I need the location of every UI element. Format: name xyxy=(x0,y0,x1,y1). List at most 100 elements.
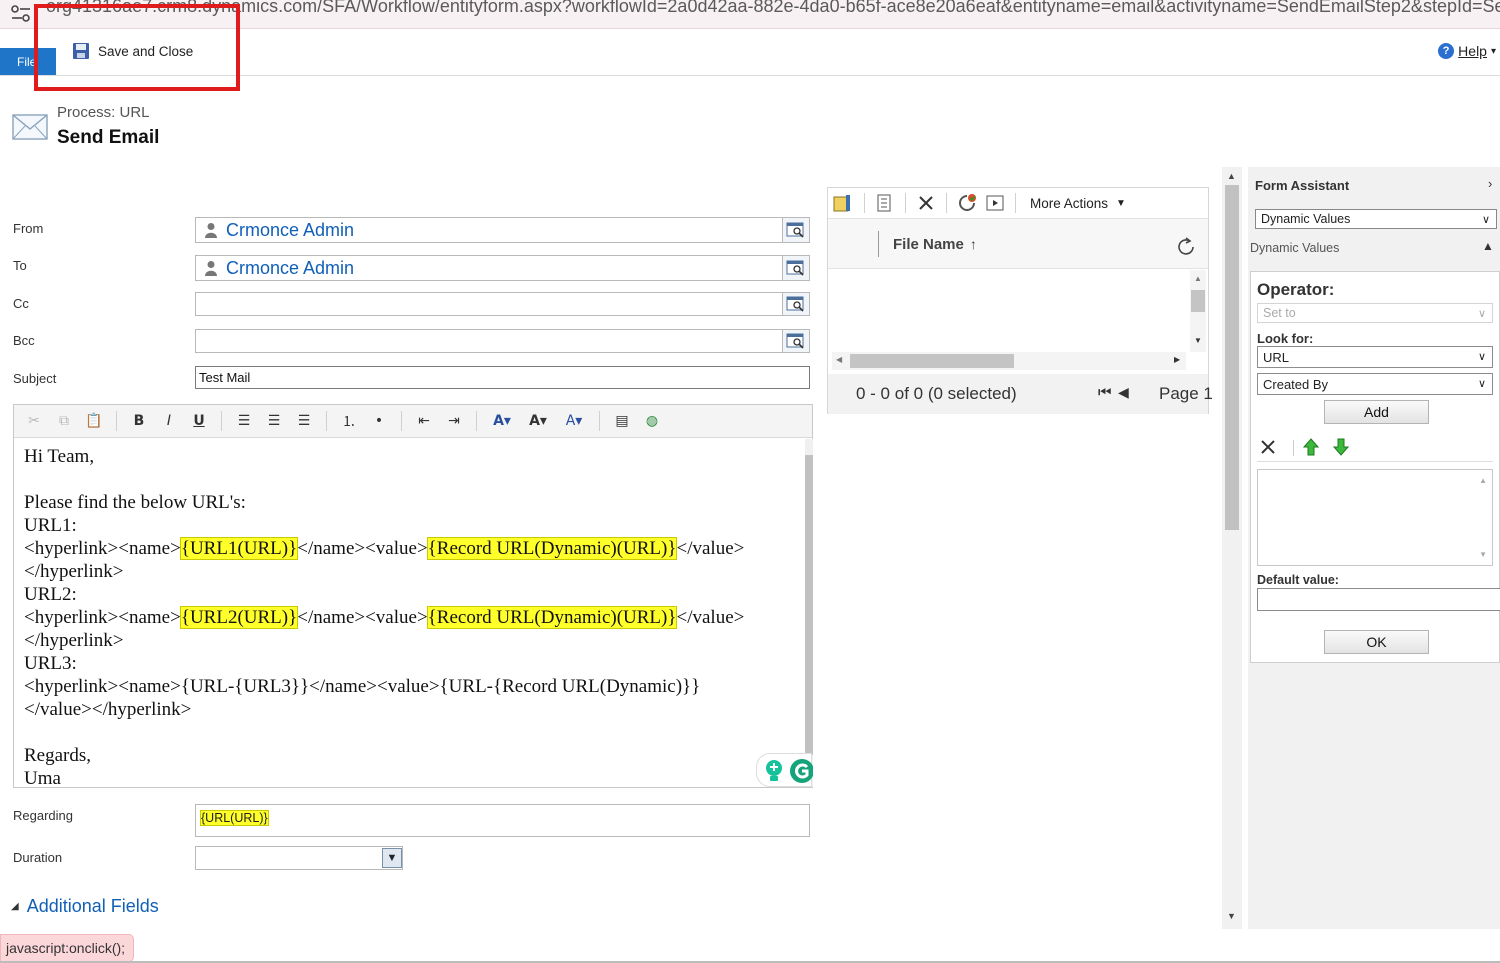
to-value-link[interactable]: Crmonce Admin xyxy=(226,258,354,279)
dynamic-token[interactable]: {Record URL(Dynamic)(URL)} xyxy=(426,537,678,560)
add-button[interactable]: Add xyxy=(1324,400,1429,424)
bcc-field[interactable] xyxy=(195,329,810,353)
url-text[interactable]: org41316ae7.crm8.dynamics.com/SFA/Workfl… xyxy=(46,0,1500,17)
move-down-icon[interactable] xyxy=(1333,438,1349,456)
start-dialog-icon[interactable] xyxy=(985,193,1005,213)
page-scrollbar-thumb[interactable] xyxy=(1225,185,1239,530)
chevron-down-icon: ▼ xyxy=(1116,197,1126,209)
align-right-icon[interactable]: ☰ xyxy=(292,410,316,432)
document-icon[interactable]: ▤ xyxy=(610,410,634,432)
selected-values-list[interactable]: ▲ ▼ xyxy=(1257,469,1493,566)
look-for-entity-select[interactable]: URL ∨ xyxy=(1257,346,1493,368)
cc-field[interactable] xyxy=(195,292,810,316)
subject-label: Subject xyxy=(13,371,57,386)
body-line: Uma xyxy=(24,768,61,789)
copy-icon[interactable]: ⧉ xyxy=(52,410,76,432)
site-settings-icon[interactable] xyxy=(10,4,32,24)
editor-scrollbar[interactable] xyxy=(805,439,813,787)
toolbar-divider xyxy=(905,193,906,213)
grid-scrollbar-thumb[interactable] xyxy=(1191,290,1205,312)
help-label: Help xyxy=(1458,43,1487,59)
scroll-down-icon[interactable]: ▼ xyxy=(1227,911,1236,921)
dynamic-token[interactable]: {URL1(URL)} xyxy=(179,537,299,560)
grid-vertical-scrollbar[interactable]: ▲ ▼ xyxy=(1190,270,1206,352)
italic-icon[interactable]: I xyxy=(157,410,181,432)
lookup-icon xyxy=(786,260,804,276)
regarding-token[interactable]: {URL(URL)} xyxy=(200,810,269,826)
cc-lookup-button[interactable] xyxy=(782,292,810,316)
collapse-triangle-icon[interactable]: ▲ xyxy=(1482,239,1494,253)
scroll-up-icon[interactable]: ▲ xyxy=(1194,274,1202,283)
save-and-close-button[interactable]: Save and Close xyxy=(72,40,193,62)
scroll-up-icon[interactable]: ▲ xyxy=(1227,171,1236,181)
to-lookup-button[interactable] xyxy=(782,255,810,281)
grammarly-icon[interactable] xyxy=(789,758,813,784)
underline-icon[interactable]: U xyxy=(187,410,211,432)
help-menu[interactable]: ? Help ▾ xyxy=(1438,43,1496,59)
operator-value: Set to xyxy=(1263,306,1296,320)
grammarly-widget[interactable] xyxy=(756,753,813,787)
font-color-icon[interactable]: A▾ xyxy=(559,410,589,432)
from-label: From xyxy=(13,221,44,236)
font-size-icon[interactable]: A▾ xyxy=(523,410,553,432)
dynamic-token[interactable]: {URL2(URL)} xyxy=(179,606,299,629)
decrease-indent-icon[interactable]: ⇤ xyxy=(412,410,436,432)
scroll-down-icon[interactable]: ▼ xyxy=(1479,550,1487,559)
subject-input[interactable]: Test Mail xyxy=(195,366,810,389)
grid-hscrollbar-thumb[interactable] xyxy=(850,354,1014,368)
delete-icon[interactable] xyxy=(1259,438,1277,456)
move-up-icon[interactable] xyxy=(1303,438,1319,456)
email-body-editor[interactable]: ✂ ⧉ 📋 B I U ☰ ☰ ☰ ⒈ • ⇤ ⇥ A▾ A▾ A▾ ▤ ◍ H… xyxy=(13,404,813,790)
scroll-up-icon[interactable]: ▲ xyxy=(1479,476,1487,485)
page-scrollbar[interactable]: ▲ ▼ xyxy=(1222,167,1242,929)
paste-icon[interactable]: 📋 xyxy=(82,410,106,432)
increase-indent-icon[interactable]: ⇥ xyxy=(442,410,466,432)
new-attachment-icon[interactable] xyxy=(832,193,854,213)
refresh-icon[interactable] xyxy=(1174,235,1198,259)
regarding-field[interactable]: {URL(URL)} xyxy=(195,804,810,837)
grid-horizontal-scrollbar[interactable]: ◀ ▶ xyxy=(832,352,1186,370)
globe-link-icon[interactable]: ◍ xyxy=(640,410,664,432)
delete-icon[interactable] xyxy=(916,193,936,213)
run-workflow-icon[interactable] xyxy=(957,193,979,213)
numbered-list-icon[interactable]: ⒈ xyxy=(337,410,361,432)
first-page-icon[interactable]: ⏮ xyxy=(1098,384,1112,401)
editor-scrollbar-thumb[interactable] xyxy=(805,455,813,755)
ok-button[interactable]: OK xyxy=(1324,630,1429,654)
from-lookup-button[interactable] xyxy=(782,217,810,243)
duration-select[interactable]: ▼ xyxy=(195,846,403,870)
font-style-icon[interactable]: A▾ xyxy=(487,410,517,432)
bcc-lookup-button[interactable] xyxy=(782,329,810,353)
file-tab[interactable]: File xyxy=(0,48,56,75)
lightbulb-icon[interactable] xyxy=(763,759,785,783)
chevron-down-icon[interactable]: ▼ xyxy=(382,848,402,868)
more-actions-button[interactable]: More Actions ▼ xyxy=(1030,196,1126,211)
from-value-link[interactable]: Crmonce Admin xyxy=(226,220,354,241)
email-body-text[interactable]: Hi Team, Please find the below URL's: UR… xyxy=(24,445,800,790)
bullet-list-icon[interactable]: • xyxy=(367,410,391,432)
to-field[interactable]: Crmonce Admin xyxy=(195,255,810,281)
form-assistant-mode-select[interactable]: Dynamic Values ∨ xyxy=(1255,209,1497,229)
collapse-chevron-icon[interactable]: › xyxy=(1488,176,1492,191)
scroll-down-icon[interactable]: ▼ xyxy=(1194,336,1202,345)
add-existing-icon[interactable] xyxy=(875,193,895,213)
body-line: URL1: xyxy=(24,515,77,536)
scroll-right-icon[interactable]: ▶ xyxy=(1174,355,1180,364)
file-name-label: File Name xyxy=(893,235,964,253)
toolbar-divider xyxy=(401,411,402,431)
cut-icon[interactable]: ✂ xyxy=(22,410,46,432)
default-value-input[interactable] xyxy=(1257,588,1500,611)
additional-fields-toggle[interactable]: ◢ Additional Fields xyxy=(11,896,159,917)
body-line: Regards, xyxy=(24,745,92,766)
address-bar[interactable]: org41316ae7.crm8.dynamics.com/SFA/Workfl… xyxy=(0,0,1500,29)
align-center-icon[interactable]: ☰ xyxy=(262,410,286,432)
from-field[interactable]: Crmonce Admin xyxy=(195,217,810,243)
previous-page-icon[interactable]: ◀ xyxy=(1118,384,1129,401)
dynamic-token[interactable]: {Record URL(Dynamic)(URL)} xyxy=(426,606,678,629)
align-left-icon[interactable]: ☰ xyxy=(232,410,256,432)
toolbar-divider xyxy=(221,411,222,431)
scroll-left-icon[interactable]: ◀ xyxy=(836,355,842,364)
look-for-field-select[interactable]: Created By ∨ xyxy=(1257,373,1493,395)
bold-icon[interactable]: B xyxy=(127,410,151,432)
file-name-column-header[interactable]: File Name ↑ xyxy=(878,231,977,257)
